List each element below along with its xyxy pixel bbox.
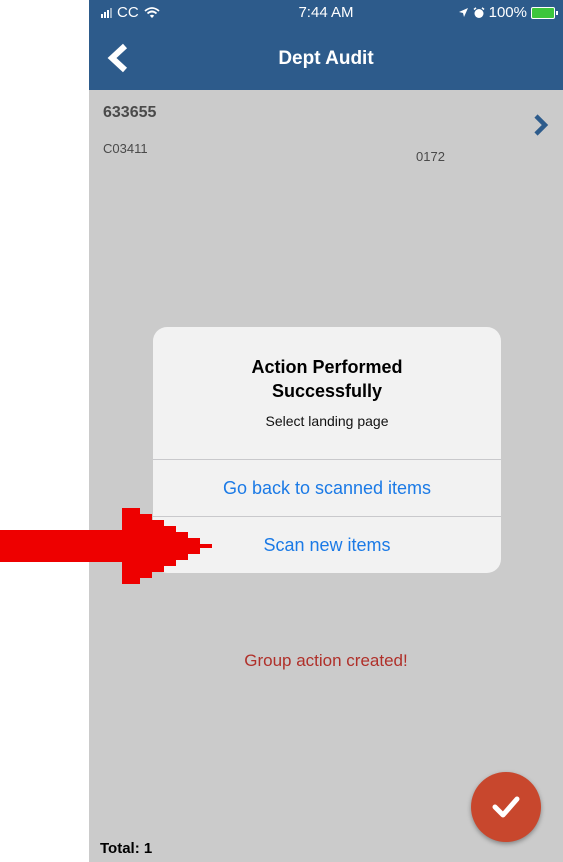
confirm-fab-button[interactable]	[471, 772, 541, 842]
chevron-right-icon[interactable]	[531, 112, 551, 138]
scanned-item-row[interactable]: 633655 C03411 0172	[89, 90, 563, 180]
red-arrow-icon	[0, 508, 212, 584]
item-number: 0172	[416, 149, 445, 164]
item-code: C03411	[103, 141, 148, 156]
status-right: 100%	[458, 4, 558, 21]
battery-icon	[531, 6, 558, 19]
phone-screen: CC 7:44 AM 100% Dept Audit 633655 C03411…	[89, 0, 563, 862]
alert-title-line-1: Action Performed	[251, 357, 403, 377]
battery-percent: 100%	[488, 4, 527, 21]
item-id: 633655	[103, 104, 157, 121]
alert-title: Action Performed Successfully	[153, 355, 501, 403]
location-arrow-icon	[458, 8, 468, 17]
nav-title: Dept Audit	[278, 48, 374, 69]
alert-message: Select landing page	[265, 413, 389, 429]
alarm-icon	[473, 6, 485, 18]
status-message: Group action created!	[244, 651, 408, 670]
alert-title-line-2: Successfully	[271, 381, 383, 401]
total-count: Total: 1	[100, 840, 153, 857]
checkmark-icon	[492, 796, 520, 818]
nav-bar: Dept Audit	[89, 26, 563, 90]
status-bar: CC 7:44 AM 100%	[89, 0, 563, 26]
